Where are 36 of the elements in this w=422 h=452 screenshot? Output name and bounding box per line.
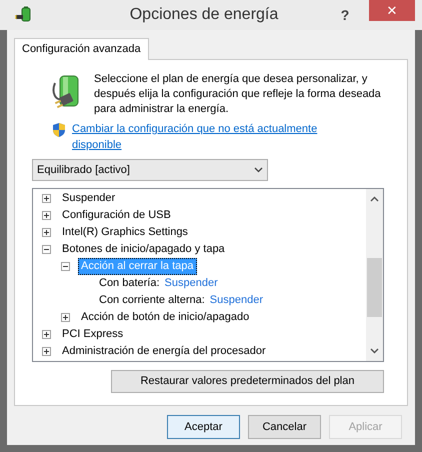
close-button[interactable]: ✕ [369, 0, 415, 21]
tree-item[interactable]: Acción de botón de inicio/apagado [78, 309, 252, 326]
collapse-toggle[interactable] [42, 245, 51, 254]
battery-plug-icon [15, 6, 33, 24]
scrollbar-thumb[interactable] [367, 258, 382, 317]
setting-value[interactable]: Suspender [164, 275, 218, 292]
window-title: Opciones de energía [128, 5, 280, 25]
setting-label: Con batería: [99, 276, 160, 292]
tab[interactable]: Configuración avanzada [14, 38, 149, 60]
chevron-down-icon[interactable] [370, 348, 379, 354]
scrollbar[interactable] [366, 189, 383, 361]
admin-link[interactable]: Cambiar la configuración que no está actualmente disponible [72, 121, 352, 153]
plan-dropdown[interactable]: Equilibrado [activo] [32, 159, 268, 181]
setting-label: Con corriente alterna: [99, 293, 205, 308]
tree-item[interactable]: PCI Express [59, 326, 126, 343]
setting-value[interactable]: Suspender [210, 292, 263, 309]
dialog-button[interactable]: Aceptar [167, 415, 240, 439]
tree-item[interactable]: Configuración de USB [59, 207, 174, 224]
tree-item[interactable]: Suspender [59, 190, 118, 207]
expand-toggle[interactable] [61, 313, 70, 322]
chevron-down-icon [254, 167, 263, 173]
expand-toggle[interactable] [42, 228, 51, 237]
tree-item[interactable]: Botones de inicio/apagado y tapa [59, 241, 228, 258]
tree-item[interactable]: Administración de energía del procesador [59, 343, 269, 360]
expand-toggle[interactable] [42, 211, 51, 220]
expand-toggle[interactable] [42, 330, 51, 339]
tree-item[interactable]: Intel(R) Graphics Settings [59, 224, 191, 241]
collapse-toggle[interactable] [61, 262, 70, 271]
chevron-up-icon[interactable] [370, 196, 379, 202]
restore-defaults-button[interactable]: Restaurar valores predeterminados del plan [111, 370, 384, 393]
help-button[interactable]: ? [335, 4, 355, 26]
intro-text: Seleccione el plan de energía que desea personalizar, y después elija la configuración que refleje la forma deseada para administrar la energía. [94, 72, 382, 117]
expand-toggle[interactable] [42, 347, 51, 356]
shield-icon [52, 122, 66, 138]
expand-toggle[interactable] [42, 194, 51, 203]
dialog-button[interactable]: Cancelar [248, 415, 321, 439]
